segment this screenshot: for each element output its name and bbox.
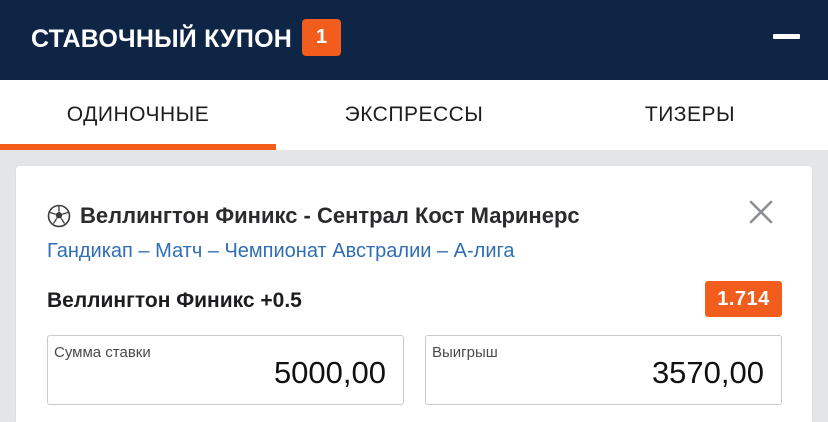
win-label: Выигрыш xyxy=(432,344,498,361)
minimize-icon[interactable] xyxy=(771,26,803,48)
match-title: Веллингтон Финикс - Сентрал Кост Маринер… xyxy=(80,203,580,228)
betslip-title: СТАВОЧНЫЙ КУПОН xyxy=(31,25,292,53)
bet-selection: Веллингтон Финикс +0.5 xyxy=(47,289,302,312)
tab-teasers[interactable]: ТИЗЕРЫ xyxy=(552,80,828,150)
odds-badge: 1.714 xyxy=(705,281,782,317)
stake-value[interactable]: 5000,00 xyxy=(274,355,386,391)
betslip-header: СТАВОЧНЫЙ КУПОН 1 xyxy=(0,0,828,80)
bet-count-badge: 1 xyxy=(302,19,341,56)
tab-singles[interactable]: ОДИНОЧНЫЕ xyxy=(0,80,276,150)
active-tab-indicator xyxy=(0,144,276,150)
soccer-ball-icon xyxy=(47,204,71,228)
stake-label: Сумма ставки xyxy=(54,344,151,361)
bet-type-tabs: ОДИНОЧНЫЕ ЭКСПРЕССЫ ТИЗЕРЫ xyxy=(0,80,828,150)
stake-input[interactable]: Сумма ставки 5000,00 xyxy=(47,335,404,405)
win-value: 3570,00 xyxy=(651,355,764,390)
close-icon[interactable] xyxy=(747,198,775,226)
potential-win-field: Выигрыш 3570,00 xyxy=(425,335,782,405)
tab-accumulators[interactable]: ЭКСПРЕССЫ xyxy=(276,80,552,150)
market-description[interactable]: Гандикап – Матч – Чемпионат Австралии – … xyxy=(47,239,514,263)
bet-card: Веллингтон Финикс - Сентрал Кост Маринер… xyxy=(16,166,812,422)
